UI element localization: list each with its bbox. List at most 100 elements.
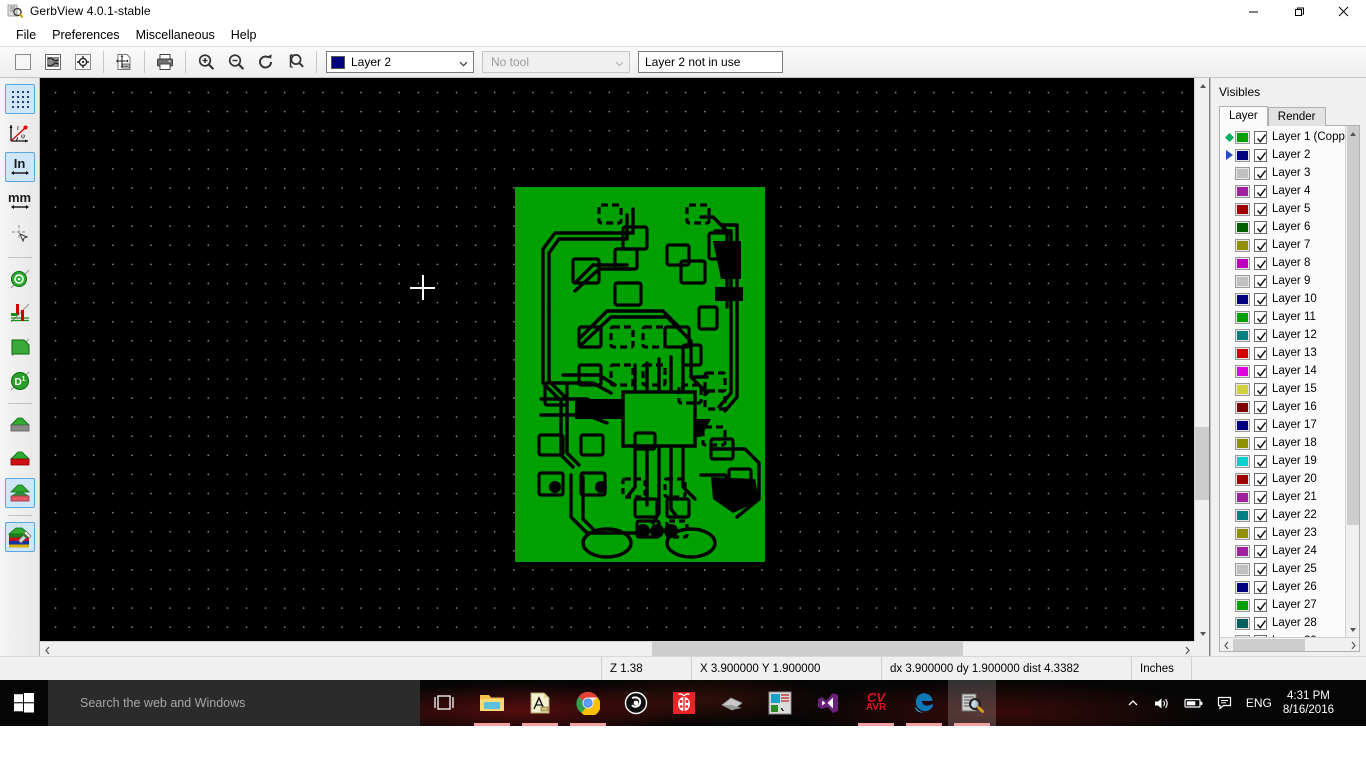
layer-scroll-left-arrow[interactable] — [1220, 637, 1233, 652]
layer-color-swatch[interactable] — [1235, 202, 1250, 216]
layer-color-swatch[interactable] — [1235, 598, 1250, 612]
layer-visibility-checkbox[interactable] — [1254, 292, 1267, 306]
scroll-left-arrow[interactable] — [40, 642, 55, 656]
layer-visibility-checkbox[interactable] — [1254, 310, 1267, 324]
layer-color-swatch[interactable] — [1235, 364, 1250, 378]
start-button[interactable] — [0, 680, 48, 726]
taskbar-codevision[interactable]: CV AVR — [852, 680, 900, 726]
layer-visibility-checkbox[interactable] — [1254, 400, 1267, 414]
layer-scroll-right-arrow[interactable] — [1346, 637, 1359, 652]
layer-row[interactable]: Layer 27 — [1220, 596, 1345, 614]
layer-visibility-checkbox[interactable] — [1254, 364, 1267, 378]
layer-row[interactable]: Layer 24 — [1220, 542, 1345, 560]
layer-visibility-checkbox[interactable] — [1254, 454, 1267, 468]
zoom-fit-button[interactable] — [281, 48, 311, 76]
layer-row[interactable]: Layer 28 — [1220, 614, 1345, 632]
scroll-right-arrow[interactable] — [1179, 642, 1194, 656]
layer-row[interactable]: Layer 22 — [1220, 506, 1345, 524]
menu-miscellaneous[interactable]: Miscellaneous — [128, 25, 223, 45]
layer-color-swatch[interactable] — [1235, 400, 1250, 414]
layer-scroll-up-arrow[interactable] — [1346, 126, 1359, 141]
layer-row[interactable]: Layer 23 — [1220, 524, 1345, 542]
language-indicator[interactable]: ENG — [1239, 680, 1279, 726]
layer-visibility-checkbox[interactable] — [1254, 184, 1267, 198]
zoom-in-button[interactable] — [191, 48, 221, 76]
taskbar-pcb-tool[interactable] — [756, 680, 804, 726]
layer-row[interactable]: Layer 18 — [1220, 434, 1345, 452]
open-gerber-button[interactable] — [38, 48, 68, 76]
show-pads-sketch-button[interactable] — [5, 264, 35, 294]
layer-row[interactable]: Layer 4 — [1220, 182, 1345, 200]
layer-row[interactable]: Layer 19 — [1220, 452, 1345, 470]
layer-visibility-checkbox[interactable] — [1254, 346, 1267, 360]
polar-coords-button[interactable]: r φ — [5, 118, 35, 148]
close-button[interactable] — [1321, 0, 1366, 23]
show-active-layer-button[interactable] — [5, 444, 35, 474]
layer-visibility-checkbox[interactable] — [1254, 598, 1267, 612]
new-layer-button[interactable] — [8, 48, 38, 76]
diff-mode-button[interactable] — [4, 478, 35, 508]
layer-list-vscrollbar[interactable] — [1345, 126, 1359, 637]
layer-visibility-checkbox[interactable] — [1254, 436, 1267, 450]
taskbar-media-player[interactable] — [612, 680, 660, 726]
layer-color-swatch[interactable] — [1235, 310, 1250, 324]
canvas-hscrollbar[interactable] — [40, 641, 1194, 656]
layer-color-swatch[interactable] — [1235, 544, 1250, 558]
show-polygons-sketch-button[interactable] — [5, 332, 35, 362]
layer-row[interactable]: Layer 8 — [1220, 254, 1345, 272]
zoom-out-button[interactable] — [221, 48, 251, 76]
layer-row[interactable]: Layer 12 — [1220, 326, 1345, 344]
layer-color-swatch[interactable] — [1235, 382, 1250, 396]
layer-color-swatch[interactable] — [1235, 454, 1250, 468]
layer-row[interactable]: Layer 14 — [1220, 362, 1345, 380]
layer-row[interactable]: Layer 16 — [1220, 398, 1345, 416]
layer-vscroll-thumb[interactable] — [1347, 126, 1359, 525]
hscroll-thumb[interactable] — [651, 642, 964, 656]
taskbar-ladybug[interactable] — [660, 680, 708, 726]
open-drill-button[interactable] — [68, 48, 98, 76]
layer-visibility-checkbox[interactable] — [1254, 508, 1267, 522]
layer-color-swatch[interactable] — [1235, 580, 1250, 594]
layer-row[interactable]: Layer 11 — [1220, 308, 1345, 326]
layer-visibility-checkbox[interactable] — [1254, 544, 1267, 558]
layer-row[interactable]: Layer 20 — [1220, 470, 1345, 488]
layer-visibility-checkbox[interactable] — [1254, 526, 1267, 540]
print-button[interactable] — [150, 48, 180, 76]
maximize-button[interactable] — [1276, 0, 1321, 23]
taskbar-eagle[interactable] — [516, 680, 564, 726]
layer-row[interactable]: Layer 6 — [1220, 218, 1345, 236]
layer-color-swatch[interactable] — [1235, 490, 1250, 504]
layer-scroll-down-arrow[interactable] — [1346, 622, 1359, 637]
cursor-shape-button[interactable] — [5, 220, 35, 250]
taskbar-gerbview[interactable] — [948, 680, 996, 726]
page-settings-button[interactable] — [109, 48, 139, 76]
taskbar-chrome[interactable] — [564, 680, 612, 726]
layer-visibility-checkbox[interactable] — [1254, 130, 1267, 144]
minimize-button[interactable] — [1231, 0, 1276, 23]
layer-row[interactable]: Layer 3 — [1220, 164, 1345, 182]
task-view-icon[interactable] — [420, 680, 468, 726]
toggle-grid-button[interactable] — [4, 84, 35, 114]
layer-visibility-checkbox[interactable] — [1254, 490, 1267, 504]
layer-visibility-checkbox[interactable] — [1254, 166, 1267, 180]
layer-color-swatch[interactable] — [1235, 220, 1250, 234]
units-inches-button[interactable]: In — [4, 152, 35, 182]
layer-color-swatch[interactable] — [1235, 418, 1250, 432]
taskbar-file-explorer[interactable] — [468, 680, 516, 726]
negative-objects-button[interactable] — [5, 410, 35, 440]
layer-color-swatch[interactable] — [1235, 562, 1250, 576]
layer-row[interactable]: Layer 2 — [1220, 146, 1345, 164]
layer-color-swatch[interactable] — [1235, 130, 1250, 144]
tab-render[interactable]: Render — [1267, 107, 1326, 126]
layer-color-swatch[interactable] — [1235, 238, 1250, 252]
chevron-up-icon[interactable] — [1120, 680, 1146, 726]
layer-row[interactable]: Layer 26 — [1220, 578, 1345, 596]
layer-row[interactable]: Layer 17 — [1220, 416, 1345, 434]
layer-color-swatch[interactable] — [1235, 184, 1250, 198]
layer-visibility-checkbox[interactable] — [1254, 202, 1267, 216]
layer-color-swatch[interactable] — [1235, 526, 1250, 540]
taskbar-visual-studio[interactable] — [804, 680, 852, 726]
layer-row[interactable]: Layer 15 — [1220, 380, 1345, 398]
layer-color-swatch[interactable] — [1235, 274, 1250, 288]
layer-visibility-checkbox[interactable] — [1254, 220, 1267, 234]
